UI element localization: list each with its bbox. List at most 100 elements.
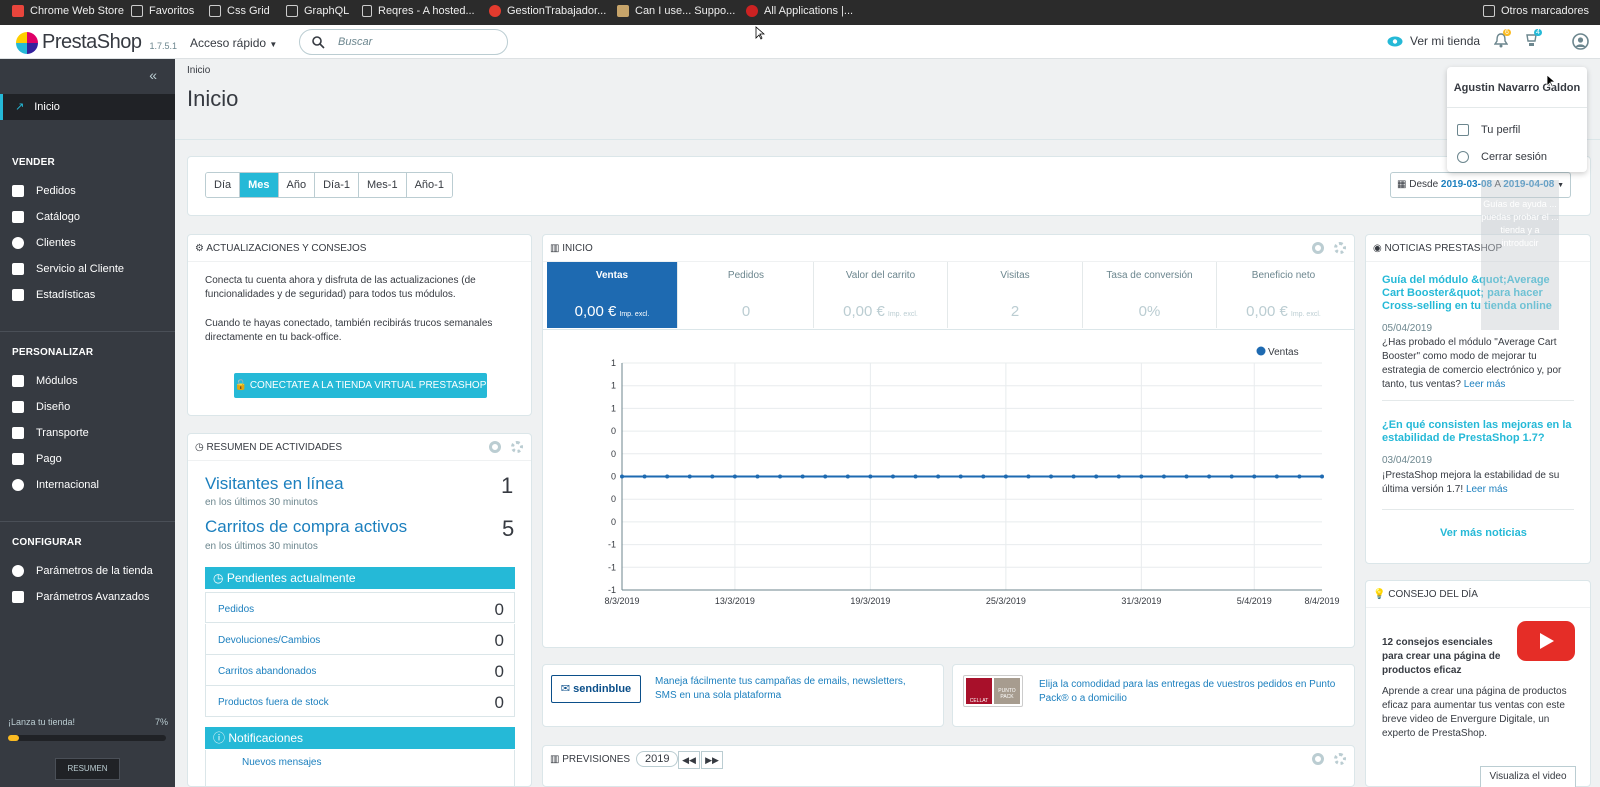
sidebar-item-pago[interactable]: Pago — [12, 453, 62, 465]
bookmark-caniuse[interactable]: Can I use... Suppo... — [617, 5, 735, 17]
brand-name: PrestaShop — [42, 31, 142, 53]
kpi-tasa-conversion[interactable]: Tasa de conversión 0% — [1083, 262, 1217, 328]
user-menu-button[interactable] — [1572, 33, 1589, 50]
gear-icon — [12, 565, 24, 577]
watch-video-button[interactable]: Visualiza el video — [1480, 766, 1576, 787]
sidebar-item-parametros-avanzados[interactable]: Parámetros Avanzados — [12, 591, 150, 603]
kpi-valor-carrito[interactable]: Valor del carrito 0,00 € Imp. excl. — [814, 262, 948, 328]
youtube-play-icon[interactable] — [1517, 621, 1575, 661]
sidebar-item-internacional[interactable]: Internacional — [12, 479, 99, 491]
legend-marker — [1256, 346, 1266, 356]
mouse-cursor-icon — [1546, 74, 1556, 88]
sidebar-item-estadisticas[interactable]: Estadísticas — [12, 289, 95, 301]
pending-row[interactable]: Carritos abandonados 0 — [205, 655, 515, 686]
data-point — [1003, 474, 1008, 479]
sidebar-item-parametros-tienda[interactable]: Parámetros de la tienda — [12, 565, 153, 577]
view-store-link[interactable]: Ver mi tienda — [1387, 34, 1480, 48]
period-dia-1[interactable]: Día-1 — [315, 173, 360, 197]
kpi-visitas[interactable]: Visitas 2 — [948, 262, 1083, 328]
kpi-ventas[interactable]: Ventas 0,00 € Imp. excl. — [547, 262, 678, 328]
sidebar-item-servicio[interactable]: Servicio al Cliente — [12, 263, 124, 275]
promo-sendinblue[interactable]: ✉ sendinblue Maneja fácilmente tus campa… — [542, 664, 944, 727]
x-tick-label: 25/3/2019 — [986, 596, 1026, 606]
breadcrumb[interactable]: Inicio — [187, 65, 210, 76]
monitor-icon — [12, 401, 24, 413]
logout-link[interactable]: Cerrar sesión — [1457, 151, 1547, 163]
refresh-icon[interactable] — [1334, 242, 1346, 254]
kpi-beneficio-neto[interactable]: Beneficio neto 0,00 € Imp. excl. — [1217, 262, 1350, 328]
promo-punto-pack[interactable]: CELLAT PUNTO PACK Elija la comodidad par… — [952, 664, 1355, 727]
sidebar-item-pedidos[interactable]: Pedidos — [12, 185, 76, 197]
visitors-subtitle: en los últimos 30 minutos — [205, 497, 318, 508]
bookmark-gestion[interactable]: GestionTrabajador... — [489, 5, 606, 17]
data-point — [1116, 474, 1121, 479]
bookmark-css-grid[interactable]: Css Grid — [209, 5, 270, 17]
notifications-button[interactable]: 6 — [1494, 29, 1511, 48]
refresh-icon[interactable] — [1334, 753, 1346, 765]
more-news-link[interactable]: Ver más noticias — [1440, 527, 1527, 539]
sidebar-item-modulos[interactable]: Módulos — [12, 375, 78, 387]
bookmark-all-applications[interactable]: All Applications |... — [746, 5, 853, 17]
page-title: Inicio — [187, 86, 239, 111]
x-tick-label: 13/3/2019 — [715, 596, 755, 606]
refresh-icon[interactable] — [511, 441, 523, 453]
sidebar-item-transporte[interactable]: Transporte — [12, 427, 89, 439]
data-point — [823, 474, 828, 479]
cart-notifications-button[interactable]: 4 — [1524, 29, 1542, 48]
connect-store-button[interactable]: 🔓 CONECTATE A LA TIENDA VIRTUAL PRESTASH… — [234, 373, 487, 398]
period-mes-1[interactable]: Mes-1 — [359, 173, 407, 197]
previous-year-button[interactable]: ◀◀ — [678, 751, 700, 769]
connect-label: CONECTATE A LA TIENDA VIRTUAL PRESTASHOP — [249, 380, 487, 391]
collapse-sidebar-icon[interactable]: « — [149, 67, 157, 83]
period-dia[interactable]: Día — [206, 173, 241, 197]
forecast-year: 2019 — [636, 751, 679, 767]
kpi-value: 0,00 € — [843, 303, 885, 320]
pending-row[interactable]: Pedidos 0 — [205, 592, 515, 623]
launch-progress-fill — [8, 735, 20, 741]
news-item-title[interactable]: ¿En qué consisten las mejoras en la esta… — [1382, 419, 1572, 445]
y-tick-label: 1 — [611, 381, 616, 391]
divider — [1447, 107, 1587, 108]
visitors-online-label[interactable]: Visitantes en línea — [205, 474, 344, 494]
caret-down-icon: ▼ — [269, 40, 278, 49]
period-ano[interactable]: Año — [278, 173, 316, 197]
period-ano-1[interactable]: Año-1 — [406, 173, 452, 197]
kpi-pedidos[interactable]: Pedidos 0 — [679, 262, 814, 328]
next-year-button[interactable]: ▶▶ — [701, 751, 723, 769]
read-more-link[interactable]: Leer más — [1466, 484, 1508, 495]
gear-icon[interactable] — [1312, 753, 1324, 765]
kpi-value: 0 — [741, 303, 751, 320]
punto-pack-mark: PUNTO PACK — [994, 678, 1020, 704]
active-carts-label[interactable]: Carritos de compra activos — [205, 517, 407, 537]
resumen-button[interactable]: RESUMEN — [55, 758, 120, 780]
bookmark-reqres[interactable]: Reqres - A hosted... — [362, 5, 475, 17]
bookmark-otros[interactable]: Otros marcadores — [1483, 5, 1589, 17]
gear-icon[interactable] — [1312, 242, 1324, 254]
new-messages-tab[interactable]: Nuevos mensajes — [242, 757, 321, 768]
pending-row[interactable]: Devoluciones/Cambios 0 — [205, 624, 515, 655]
data-point — [981, 474, 986, 479]
sidebar-item-inicio-label[interactable]: ↗ Inicio — [15, 100, 60, 114]
sidebar-item-catalogo[interactable]: Catálogo — [12, 211, 80, 223]
profile-link[interactable]: Tu perfil — [1457, 124, 1520, 136]
divider — [0, 331, 175, 332]
pending-row[interactable]: Productos fuera de stock 0 — [205, 686, 515, 717]
launch-percent: 7% — [154, 717, 168, 727]
x-tick-label: 8/3/2019 — [604, 596, 639, 606]
sidebar-item-diseno[interactable]: Diseño — [12, 401, 70, 413]
folder-icon — [209, 5, 221, 17]
bookmark-graphql[interactable]: GraphQL — [286, 5, 349, 17]
search-box[interactable]: Buscar — [299, 29, 508, 55]
gear-icon[interactable] — [489, 441, 501, 453]
period-mes[interactable]: Mes — [240, 173, 279, 197]
quick-access-dropdown[interactable]: Acceso rápido ▼ — [190, 36, 277, 50]
bookmark-chrome-web-store[interactable]: Chrome Web Store — [12, 5, 124, 17]
folder-icon — [131, 5, 143, 17]
prestashop-logo[interactable]: PrestaShop 1.7.5.1 — [16, 31, 177, 54]
read-more-link[interactable]: Leer más — [1464, 379, 1506, 390]
sidebar-item-clientes[interactable]: Clientes — [12, 237, 76, 249]
inicio-text: Inicio — [34, 100, 60, 113]
folder-icon — [286, 5, 298, 17]
bookmark-favoritos[interactable]: Favoritos — [131, 5, 194, 17]
eye-icon — [1387, 36, 1403, 46]
